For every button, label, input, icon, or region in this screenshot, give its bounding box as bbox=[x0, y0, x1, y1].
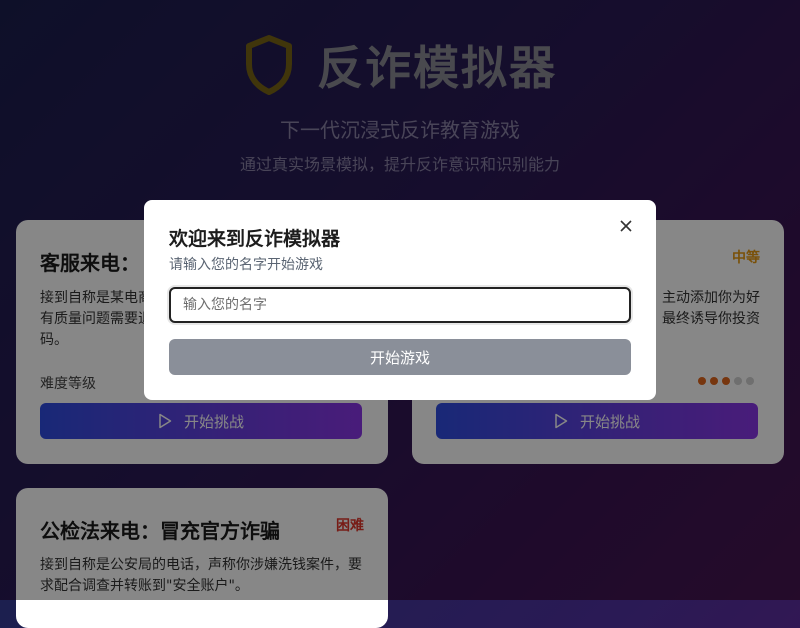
name-input[interactable] bbox=[169, 287, 631, 323]
welcome-dialog: 欢迎来到反诈模拟器 请输入您的名字开始游戏 开始游戏 bbox=[144, 200, 656, 400]
close-icon bbox=[620, 220, 632, 232]
start-game-button[interactable]: 开始游戏 bbox=[169, 339, 631, 375]
close-button[interactable] bbox=[614, 214, 638, 238]
dialog-title: 欢迎来到反诈模拟器 bbox=[169, 228, 341, 250]
dialog-subtitle: 请输入您的名字开始游戏 bbox=[169, 257, 323, 273]
